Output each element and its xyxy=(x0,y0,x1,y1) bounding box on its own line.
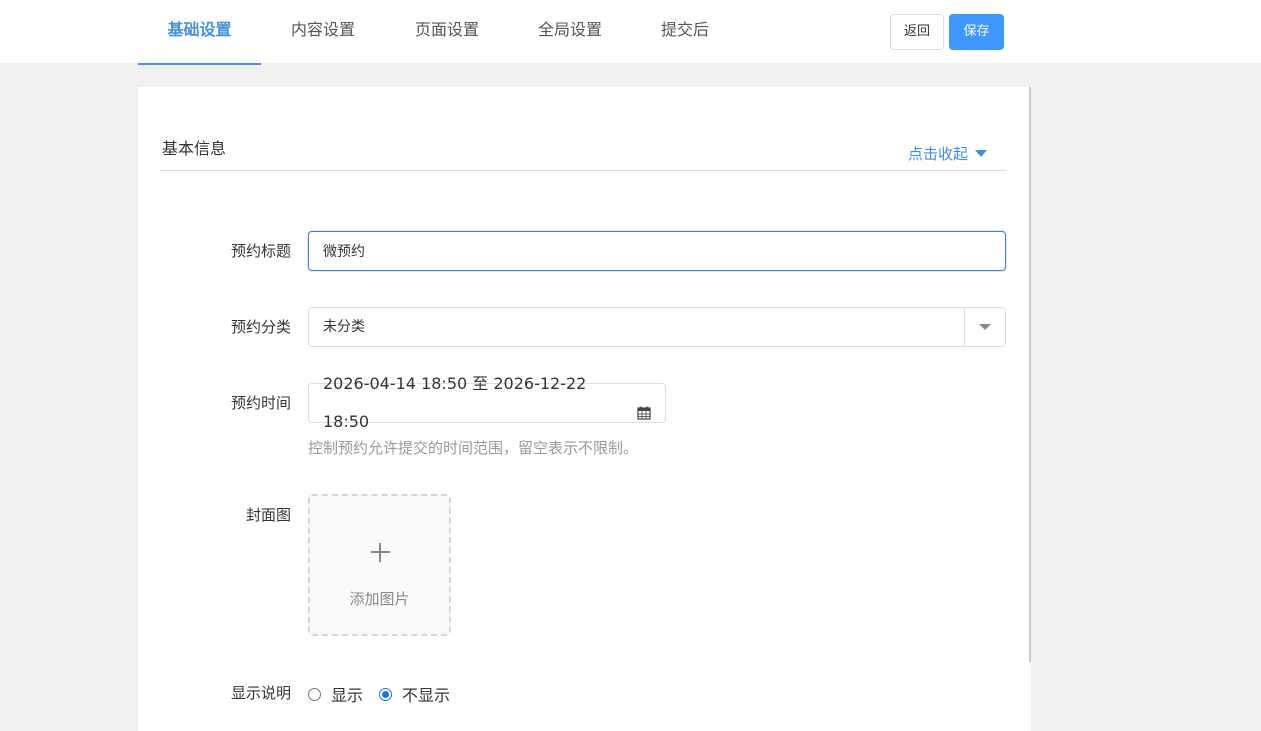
radio-show-label: 显示 xyxy=(331,686,364,705)
radio-button-checked[interactable] xyxy=(379,687,393,701)
radio-hide-label: 不显示 xyxy=(402,686,451,705)
radio-hide[interactable]: 不显示 xyxy=(379,682,450,706)
time-range-picker[interactable]: 2026-04-14 18:50 至 2026-12-22 18:50 xyxy=(308,374,666,431)
time-range-value: 2026-04-14 18:50 至 2026-12-22 18:50 xyxy=(323,374,587,431)
show-desc-radio-group: 显示 不显示 xyxy=(308,682,466,706)
caret-down-icon xyxy=(975,150,988,157)
chevron-down-icon xyxy=(979,324,991,330)
basic-info-panel: 基本信息 点击收起 预约标题 预约分类 未分类 预约时间 2026-04-14 … xyxy=(138,87,1031,731)
collapse-label: 点击收起 xyxy=(908,145,969,163)
time-range-hint: 控制预约允许提交的时间范围，留空表示不限制。 xyxy=(308,439,639,457)
tab-page-settings[interactable]: 页面设置 xyxy=(409,0,485,63)
active-tab-indicator xyxy=(138,63,261,65)
tab-content-settings[interactable]: 内容设置 xyxy=(285,0,361,63)
section-title: 基本信息 xyxy=(162,139,227,158)
category-field-label: 预约分类 xyxy=(230,318,291,336)
save-button[interactable]: 保存 xyxy=(949,14,1004,50)
time-field-label: 预约时间 xyxy=(230,394,291,412)
category-selected-value: 未分类 xyxy=(323,319,365,335)
section-divider xyxy=(160,170,1006,171)
select-dropdown-toggle[interactable] xyxy=(964,308,1005,346)
add-image-upload[interactable]: 添加图片 xyxy=(308,494,451,636)
title-field-label: 预约标题 xyxy=(230,242,291,260)
panel-scrollbar[interactable] xyxy=(1029,87,1031,662)
title-input[interactable] xyxy=(308,231,1006,271)
cover-field-label: 封面图 xyxy=(245,506,291,524)
calendar-icon xyxy=(637,396,651,420)
top-navigation-bar: 基础设置 内容设置 页面设置 全局设置 提交后 返回 保存 xyxy=(0,0,1261,63)
tab-after-submit[interactable]: 提交后 xyxy=(655,0,715,63)
back-button[interactable]: 返回 xyxy=(890,14,944,50)
collapse-toggle[interactable]: 点击收起 xyxy=(908,143,988,164)
radio-button[interactable] xyxy=(308,687,321,701)
tab-basic-settings[interactable]: 基础设置 xyxy=(138,0,261,63)
upload-label: 添加图片 xyxy=(349,590,410,608)
tab-global-settings[interactable]: 全局设置 xyxy=(532,0,608,63)
show-desc-field-label: 显示说明 xyxy=(230,684,291,702)
radio-show[interactable]: 显示 xyxy=(308,682,363,706)
category-select[interactable]: 未分类 xyxy=(308,307,1006,347)
